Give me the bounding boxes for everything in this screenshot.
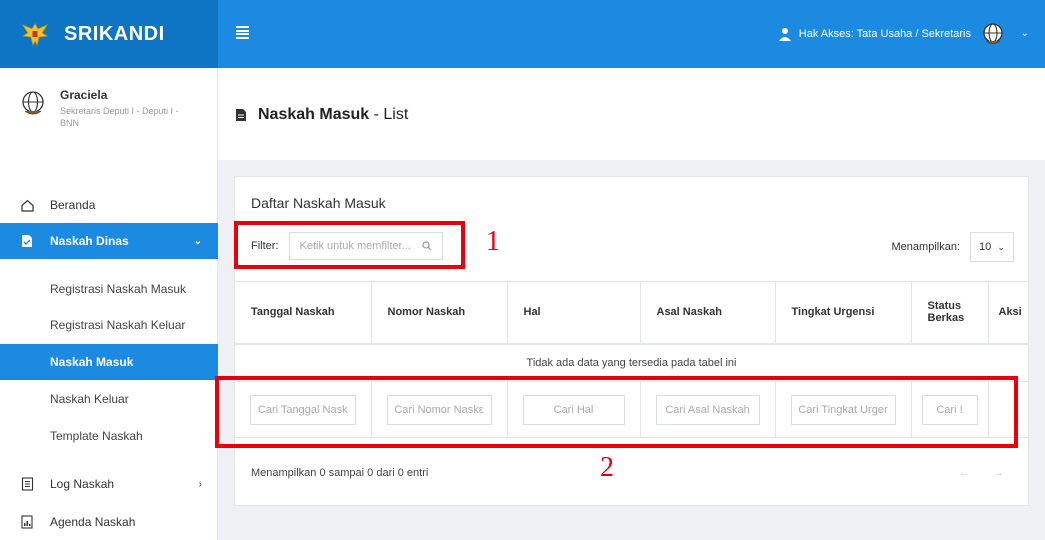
sidebar-item-naskah-dinas[interactable]: Naskah Dinas ⌄ (0, 223, 218, 259)
access-role[interactable]: Hak Akses: Tata Usaha / Sekretaris (778, 27, 971, 41)
page-title-suffix: - List (369, 106, 409, 123)
annotation-label-1: 1 (486, 226, 500, 257)
sidebar-subitem-label: Naskah Masuk (50, 355, 134, 369)
table-header-row: Tanggal Naskah Nomor Naskah Hal Asal Nas… (235, 281, 1028, 345)
page-length-group: Menampilkan: 10 ⌄ (892, 232, 1014, 262)
sidebar-subitem-naskah-keluar[interactable]: Naskah Keluar (0, 381, 218, 417)
annotation-box-2 (215, 376, 1018, 448)
chevron-down-icon: ⌄ (997, 241, 1005, 252)
sidebar-item-label: Naskah Dinas (50, 234, 129, 248)
page-length-value: 10 (979, 241, 992, 253)
column-header[interactable]: Hal (507, 281, 641, 345)
page-length-select[interactable]: 10 ⌄ (970, 232, 1014, 262)
sidebar-item-agenda-naskah[interactable]: Agenda Naskah (0, 504, 218, 540)
document-icon (236, 109, 246, 121)
annotation-box-1 (234, 221, 465, 269)
column-header[interactable]: Tingkat Urgensi (775, 281, 912, 345)
user-role: Sekretaris Deputi I - Deputi I - BNN (60, 106, 179, 129)
brand[interactable]: SRIKANDI (0, 0, 218, 68)
chevron-down-icon: ⌄ (193, 235, 202, 247)
user-icon (778, 28, 791, 41)
column-header[interactable]: Status Berkas (911, 281, 989, 345)
sidebar-subitem-label: Registrasi Naskah Masuk (50, 282, 187, 296)
chevron-down-icon[interactable]: ⌄ (1021, 28, 1029, 39)
sidebar-subitem-registrasi-keluar[interactable]: Registrasi Naskah Keluar (0, 307, 218, 343)
sidebar-item-log-naskah[interactable]: Log Naskah › (0, 466, 218, 502)
sidebar-item-label: Log Naskah (50, 477, 115, 491)
log-icon (20, 477, 34, 491)
access-label: Hak Akses: Tata Usaha / Sekretaris (798, 28, 971, 40)
agenda-icon (20, 515, 34, 529)
document-icon (20, 234, 34, 248)
garuda-logo-icon (20, 19, 50, 49)
user-name: Graciela (60, 88, 108, 102)
avatar (22, 91, 44, 115)
globe-avatar-icon[interactable] (981, 22, 1005, 46)
column-header: Aksi (988, 281, 1028, 345)
home-icon (20, 198, 34, 212)
column-header[interactable]: Asal Naskah (640, 281, 776, 345)
page-header: Naskah Masuk - List (218, 68, 1045, 160)
sidebar-subitem-label: Registrasi Naskah Keluar (50, 318, 186, 332)
app-title: SRIKANDI (64, 22, 165, 45)
page-title-main: Naskah Masuk (258, 106, 370, 123)
sidebar: Graciela Sekretaris Deputi I - Deputi I … (0, 68, 218, 540)
pagination[interactable]: ← → (959, 467, 1014, 479)
sidebar-subitem-template-naskah[interactable]: Template Naskah (0, 418, 218, 454)
page-length-label: Menampilkan: (891, 241, 960, 253)
menu-toggle-icon[interactable] (236, 26, 249, 39)
card-title: Daftar Naskah Masuk (251, 195, 386, 211)
user-profile: Graciela Sekretaris Deputi I - Deputi I … (20, 88, 185, 129)
sidebar-subitem-registrasi-masuk[interactable]: Registrasi Naskah Masuk (0, 271, 218, 307)
sidebar-subitem-label: Naskah Keluar (50, 392, 129, 406)
table-info: Menampilkan 0 sampai 0 dari 0 entri (251, 467, 429, 479)
column-header[interactable]: Nomor Naskah (371, 281, 508, 345)
page-title: Naskah Masuk - List (258, 106, 408, 124)
sidebar-item-label: Beranda (50, 198, 96, 212)
sidebar-subitem-label: Template Naskah (50, 429, 143, 443)
sidebar-item-beranda[interactable]: Beranda (0, 187, 218, 223)
sidebar-subitem-naskah-masuk[interactable]: Naskah Masuk (0, 344, 218, 380)
sidebar-item-label: Agenda Naskah (50, 515, 136, 529)
chevron-right-icon: › (198, 478, 202, 490)
column-header[interactable]: Tanggal Naskah (235, 281, 372, 345)
annotation-label-2: 2 (600, 452, 614, 483)
topbar: Hak Akses: Tata Usaha / Sekretaris ⌄ (218, 0, 1045, 68)
